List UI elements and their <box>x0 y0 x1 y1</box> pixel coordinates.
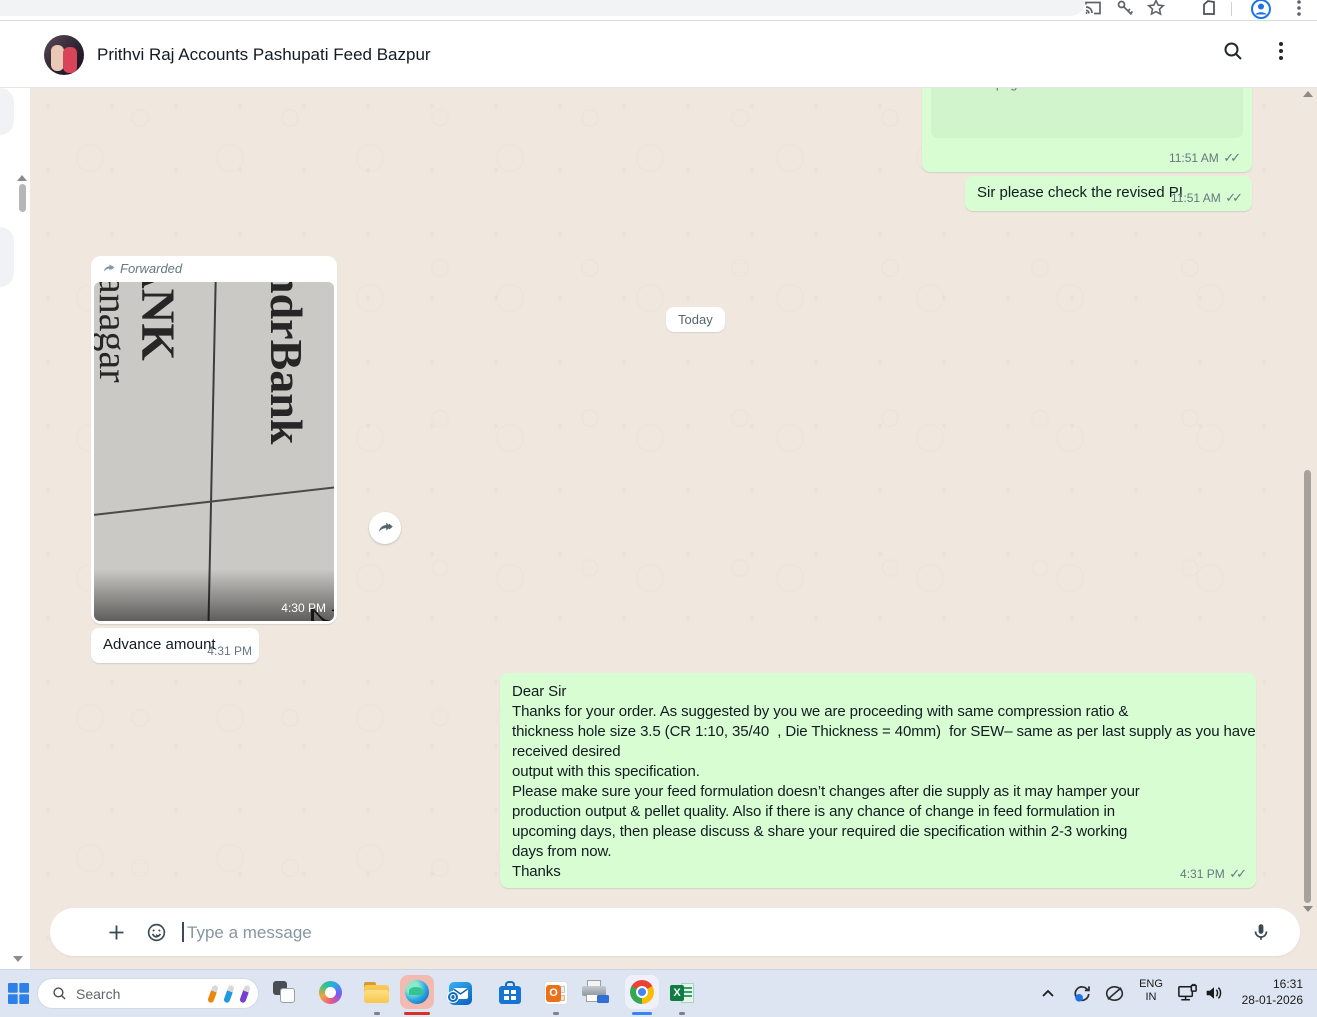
message-revised-pi[interactable]: Sir please check the revised PI 11:51 AM… <box>965 176 1252 211</box>
message-time: 11:51 AM <box>1169 151 1219 165</box>
chat-list-sliver <box>0 88 30 969</box>
contact-name[interactable]: Prithvi Raj Accounts Pashupati Feed Bazp… <box>97 45 431 65</box>
key-icon[interactable] <box>1115 0 1135 18</box>
sidebar-scroll-up-arrow[interactable] <box>17 175 27 181</box>
search-label: Search <box>76 986 120 1002</box>
scan-text-right: ndrBank <box>260 282 313 444</box>
extensions-icon[interactable] <box>1199 0 1219 18</box>
message-text: Sir please check the revised PI <box>977 183 1183 203</box>
edge-active-underline <box>404 1012 430 1015</box>
running-indicator <box>679 1012 685 1015</box>
forwarded-label: Forwarded <box>120 261 182 276</box>
brush-icon-blue <box>223 985 235 1004</box>
message-composer[interactable]: Type a message <box>50 908 1300 956</box>
excel-icon[interactable]: X <box>670 981 694 1005</box>
forwarded-row: Forwarded <box>101 261 182 279</box>
windows-taskbar: Search O <box>0 969 1317 1017</box>
message-meta: 4:31 PM ✓✓ <box>1180 865 1248 883</box>
taskbar-search-box[interactable]: Search <box>37 978 259 1009</box>
clock-date: 28-01-2026 <box>1242 992 1303 1008</box>
volume-icon[interactable] <box>1203 982 1225 1004</box>
mic-icon[interactable] <box>1250 921 1272 943</box>
cast-icon[interactable] <box>1083 0 1103 18</box>
document-attachment[interactable]: PDF U.K, Date 27-01-2026.pdf 1 page · PD… <box>931 88 1243 138</box>
emoji-icon[interactable] <box>146 922 167 943</box>
chat-scrollbar-thumb[interactable] <box>1304 470 1311 903</box>
scan-text-ank: ANK <box>130 282 185 361</box>
forward-message-button[interactable] <box>369 512 401 544</box>
contact-avatar[interactable] <box>44 35 84 75</box>
message-text-block: Dear Sir Thanks for your order. As sugge… <box>512 682 1246 882</box>
double-check-icon: ✓✓ <box>1229 866 1248 881</box>
chat-scroll-up-arrow[interactable] <box>1303 91 1313 97</box>
message-forwarded-image[interactable]: Forwarded ndrBank ANK anagar 35 2 4:30 P… <box>91 256 337 624</box>
message-time: 4:31 PM <box>207 644 252 658</box>
start-button[interactable] <box>8 983 29 1004</box>
message-meta: 11:51 AM ✓✓ <box>1169 149 1242 167</box>
chrome-tile[interactable] <box>625 975 659 1009</box>
scanned-document-image[interactable]: ndrBank ANK anagar 35 2 4:30 PM <box>94 282 334 621</box>
printer-icon[interactable] <box>582 980 609 1005</box>
sidebar-scroll-down-arrow[interactable] <box>13 956 23 962</box>
update-restart-icon[interactable] <box>1070 982 1093 1005</box>
message-order-details[interactable]: Dear Sir Thanks for your order. As sugge… <box>500 673 1256 888</box>
file-explorer-icon[interactable] <box>364 982 389 1003</box>
scan-line-horizontal <box>94 485 334 516</box>
message-text: Advance amount <box>103 635 216 655</box>
blocked-circle-icon[interactable] <box>1104 983 1125 1004</box>
double-check-icon: ✓✓ <box>1223 150 1242 165</box>
toolbar-separator <box>1231 2 1232 16</box>
chat-list-item-partial[interactable] <box>0 88 14 135</box>
brush-icon-purple <box>239 985 251 1004</box>
chat-scroll-down-arrow[interactable] <box>1303 906 1313 912</box>
bookmark-star-icon[interactable] <box>1146 0 1166 18</box>
whatsapp-desktop-screen: Prithvi Raj Accounts Pashupati Feed Bazp… <box>0 0 1317 1017</box>
message-pdf[interactable]: PDF U.K, Date 27-01-2026.pdf 1 page · PD… <box>922 88 1252 172</box>
scan-text-anagar: anagar <box>94 282 137 383</box>
taskbar-clock[interactable]: 16:31 28-01-2026 <box>1242 976 1303 1008</box>
browser-toolbar <box>0 0 1317 21</box>
outlook-classic-icon[interactable]: O <box>544 981 568 1005</box>
microsoft-store-icon[interactable] <box>499 981 521 1005</box>
conversation-panel: PDF U.K, Date 27-01-2026.pdf 1 page · PD… <box>30 88 1317 969</box>
message-input[interactable]: Type a message <box>187 923 312 943</box>
copilot-icon[interactable] <box>319 981 342 1004</box>
address-bar[interactable] <box>0 0 1085 16</box>
chat-menu-icon[interactable] <box>1269 39 1293 63</box>
search-icon[interactable] <box>1221 39 1245 63</box>
message-meta: 11:51 AM ✓✓ <box>1171 189 1244 207</box>
text-cursor <box>182 922 184 942</box>
language-indicator[interactable]: ENGIN <box>1136 978 1166 1004</box>
double-check-icon: ✓✓ <box>1225 190 1244 205</box>
chevron-up-icon[interactable] <box>1040 986 1056 1002</box>
task-view-icon[interactable] <box>273 981 297 1005</box>
chrome-active-underline <box>632 1012 652 1015</box>
brush-icon-orange <box>207 985 219 1004</box>
outlook-new-icon[interactable]: O <box>449 982 472 1005</box>
clock-time: 16:31 <box>1242 976 1303 992</box>
profile-icon[interactable] <box>1250 0 1270 18</box>
date-divider: Today <box>666 307 725 332</box>
chat-header: Prithvi Raj Accounts Pashupati Feed Bazp… <box>0 22 1317 88</box>
running-indicator <box>374 1012 380 1015</box>
browser-menu-icon[interactable] <box>1289 0 1309 18</box>
running-indicator <box>553 1012 559 1015</box>
message-advance-amount[interactable]: Advance amount 4:31 PM <box>91 628 259 663</box>
pdf-meta: 1 page · PDF · 107 kB <box>985 88 1114 91</box>
sidebar-scrollbar-thumb[interactable] <box>19 184 26 212</box>
image-time: 4:30 PM <box>281 601 326 615</box>
chat-list-item-partial[interactable] <box>0 227 14 287</box>
message-time: 11:51 AM <box>1171 191 1221 205</box>
edge-tile[interactable] <box>400 975 434 1009</box>
network-icon[interactable] <box>1176 982 1199 1005</box>
plus-icon[interactable] <box>106 922 127 943</box>
message-time: 4:31 PM <box>1180 867 1225 881</box>
